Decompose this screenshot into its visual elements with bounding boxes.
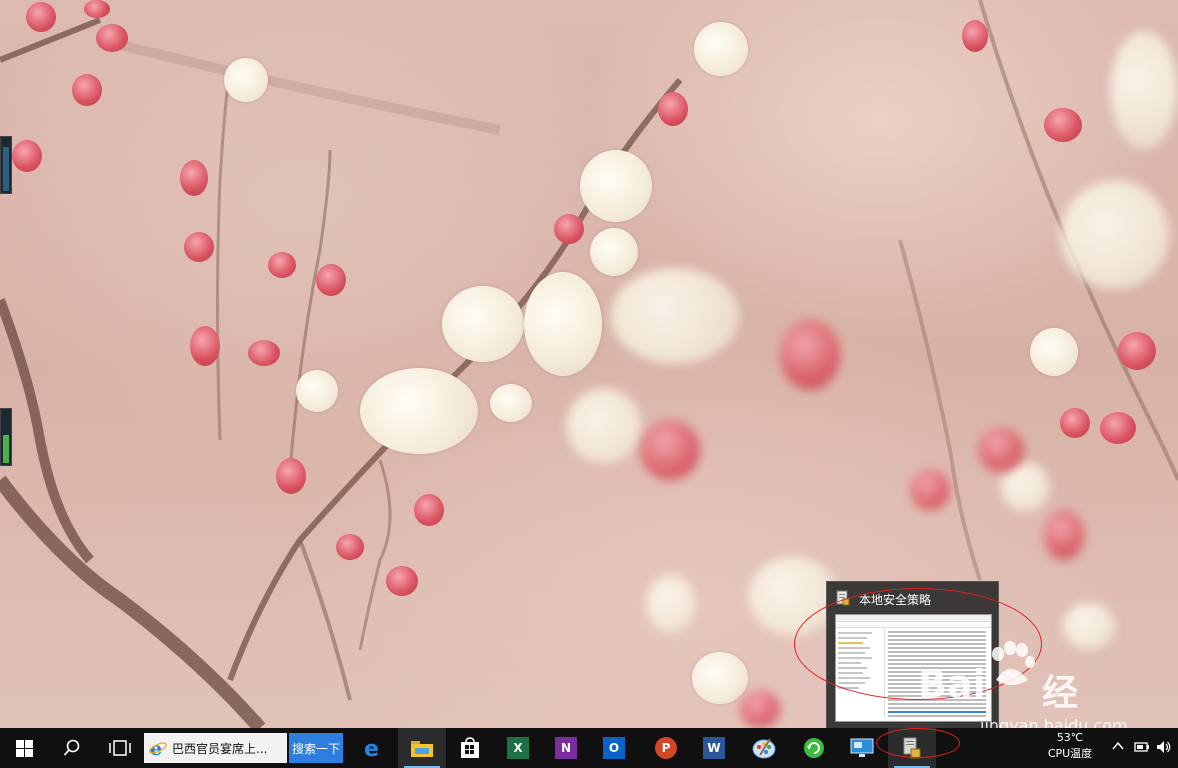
blurred-blossom: [1062, 602, 1116, 650]
taskbar-app-update[interactable]: [790, 728, 838, 768]
pink-bud: [740, 690, 780, 728]
folder-icon: [411, 741, 433, 757]
pink-bud: [640, 420, 700, 480]
powerpoint-icon: P: [655, 737, 677, 759]
search-box-text: 巴西官员宴席上...: [172, 741, 268, 756]
pink-bud: [180, 160, 208, 196]
watermark-logo-text: Bai: [918, 662, 986, 706]
task-view-button[interactable]: [96, 728, 144, 768]
taskbar: e 巴西官员宴席上... 搜索一下 e X N O P W 53℃ CPU温度: [0, 728, 1178, 768]
search-submit-button[interactable]: 搜索一下: [289, 733, 343, 763]
pink-bud: [268, 252, 296, 278]
windows-start-icon: [15, 739, 33, 757]
pink-bud: [26, 2, 56, 32]
white-blossom: [580, 150, 652, 222]
white-blossom: [694, 22, 748, 76]
cpu-temperature-label: CPU温度: [1047, 747, 1093, 760]
taskbar-app-excel[interactable]: X: [494, 728, 542, 768]
taskbar-app-outlook[interactable]: O: [590, 728, 638, 768]
white-blossom: [490, 384, 532, 422]
pink-bud: [386, 566, 418, 596]
annotation-ellipse-taskbar: [876, 728, 960, 758]
pink-bud: [1100, 412, 1136, 444]
battery-icon[interactable]: [1134, 740, 1150, 758]
pink-bud: [414, 494, 444, 526]
paint-palette-icon: [752, 738, 776, 759]
pink-bud: [910, 470, 950, 510]
pink-bud: [780, 320, 840, 390]
edge-widget-top[interactable]: [0, 136, 12, 194]
pink-bud: [1060, 408, 1090, 438]
taskbar-app-store[interactable]: [446, 728, 494, 768]
pink-bud: [962, 20, 988, 52]
blurred-blossom: [1060, 180, 1170, 290]
white-blossom: [590, 228, 638, 276]
blurred-blossom: [646, 574, 696, 634]
green-refresh-icon: [804, 738, 824, 758]
pink-bud: [1044, 510, 1084, 560]
taskbar-app-file-explorer[interactable]: [398, 728, 446, 768]
blurred-blossom: [566, 388, 642, 464]
blurred-blossom: [610, 268, 740, 364]
excel-icon: X: [507, 737, 529, 759]
search-button[interactable]: [48, 728, 96, 768]
pink-bud: [84, 0, 110, 18]
white-blossom: [224, 58, 268, 102]
taskbar-app-paint[interactable]: [740, 728, 788, 768]
pink-bud: [184, 232, 214, 262]
taskbar-app-onenote[interactable]: N: [542, 728, 590, 768]
cpu-temperature-value: 53℃: [1056, 731, 1084, 744]
white-blossom: [524, 272, 602, 376]
svg-text:e: e: [364, 737, 379, 759]
pink-bud: [72, 74, 102, 106]
white-blossom: [1030, 328, 1078, 376]
ie-icon: e: [149, 738, 167, 758]
pink-bud: [336, 534, 364, 560]
onenote-icon: N: [555, 737, 577, 759]
search-icon: [63, 739, 80, 756]
pink-bud: [554, 214, 584, 244]
store-icon: [461, 737, 479, 758]
word-icon: W: [703, 737, 725, 759]
white-blossom: [442, 286, 524, 362]
chevron-up-icon[interactable]: [1112, 740, 1124, 756]
white-blossom: [692, 652, 748, 704]
taskbar-app-word[interactable]: W: [690, 728, 738, 768]
baidu-paw-icon: [992, 641, 1035, 685]
white-blossom: [296, 370, 338, 412]
edge-icon: e: [364, 737, 379, 759]
pink-bud: [248, 340, 280, 366]
taskbar-search-box[interactable]: e 巴西官员宴席上...: [144, 733, 287, 763]
blurred-blossom: [1110, 30, 1178, 150]
speaker-icon[interactable]: [1156, 740, 1172, 758]
monitor-icon: [850, 738, 874, 757]
cpu-temperature-widget[interactable]: 53℃ CPU温度: [1040, 730, 1100, 762]
pink-bud: [96, 24, 128, 52]
pink-bud: [1118, 332, 1156, 370]
pink-bud: [316, 264, 346, 296]
taskbar-app-edge[interactable]: e: [350, 728, 398, 768]
task-view-icon: [109, 740, 131, 756]
outlook-icon: O: [603, 737, 625, 759]
pink-bud: [12, 140, 42, 172]
white-blossom: [360, 368, 478, 454]
taskbar-app-powerpoint[interactable]: P: [642, 728, 690, 768]
pink-bud: [1044, 108, 1082, 142]
pink-bud: [658, 92, 688, 126]
pink-bud: [190, 326, 220, 366]
edge-widget-bottom[interactable]: [0, 408, 12, 466]
start-button[interactable]: [0, 728, 48, 768]
pink-bud: [276, 458, 306, 494]
pink-bud: [978, 428, 1024, 472]
